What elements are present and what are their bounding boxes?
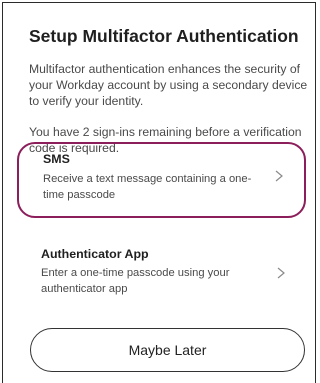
sms-option-title: SMS <box>43 152 70 166</box>
sms-option-description: Receive a text message containing a one-… <box>43 173 252 201</box>
authenticator-app-option[interactable]: Authenticator App Enter a one-time passc… <box>17 241 306 311</box>
chevron-right-icon <box>277 267 285 279</box>
page-title: Setup Multifactor Authentication <box>29 26 299 46</box>
chevron-right-icon <box>275 170 283 182</box>
intro-text: Multifactor authentication enhances the … <box>29 62 308 108</box>
authenticator-app-option-description: Enter a one-time passcode using your aut… <box>41 267 230 295</box>
mfa-setup-panel: Setup Multifactor Authentication Multifa… <box>2 2 316 383</box>
authenticator-app-option-title: Authenticator App <box>41 247 149 261</box>
sms-option[interactable]: SMS Receive a text message containing a … <box>17 142 306 218</box>
maybe-later-button[interactable]: Maybe Later <box>30 328 305 372</box>
